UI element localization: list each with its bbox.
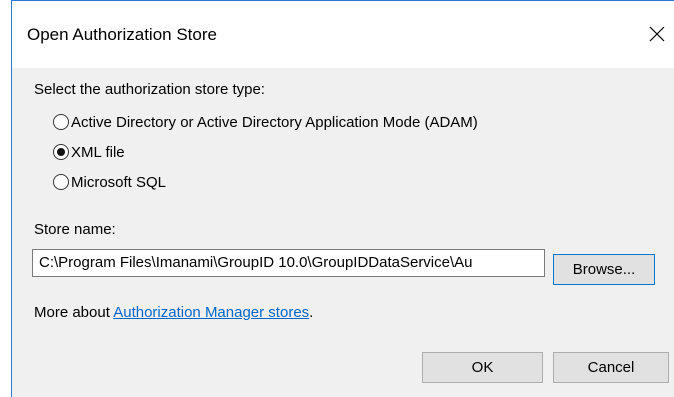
radio-label: Microsoft SQL (71, 173, 167, 191)
radio-button-selected-icon[interactable] (53, 144, 69, 160)
radio-microsoft-sql[interactable]: Microsoft SQL (53, 171, 166, 193)
browse-button[interactable]: Browse... (553, 254, 655, 285)
ok-button[interactable]: OK (422, 352, 543, 383)
title-bar: Open Authorization Store (12, 1, 674, 68)
store-type-label: Select the authorization store type: (34, 81, 265, 98)
close-icon (649, 26, 665, 42)
close-button[interactable] (640, 15, 674, 53)
radio-xml-file[interactable]: XML file (53, 141, 125, 163)
more-about-suffix: . (309, 304, 314, 321)
radio-label: XML file (71, 143, 125, 161)
radio-active-directory[interactable]: Active Directory or Active Directory App… (53, 111, 478, 133)
radio-label: Active Directory or Active Directory App… (71, 113, 478, 131)
more-about-prefix: More about (34, 304, 114, 321)
cancel-button[interactable]: Cancel (553, 352, 669, 383)
dialog-title: Open Authorization Store (27, 25, 217, 44)
authorization-manager-stores-link[interactable]: Authorization Manager stores (113, 304, 309, 321)
radio-button-icon[interactable] (53, 174, 69, 190)
radio-button-icon[interactable] (53, 114, 69, 130)
more-about-text: More about Authorization Manager stores. (34, 304, 313, 321)
store-name-label: Store name: (34, 221, 116, 238)
store-name-input[interactable]: C:\Program Files\Imanami\GroupID 10.0\Gr… (32, 249, 545, 277)
open-authorization-store-dialog: Open Authorization Store Select the auth… (11, 0, 674, 397)
